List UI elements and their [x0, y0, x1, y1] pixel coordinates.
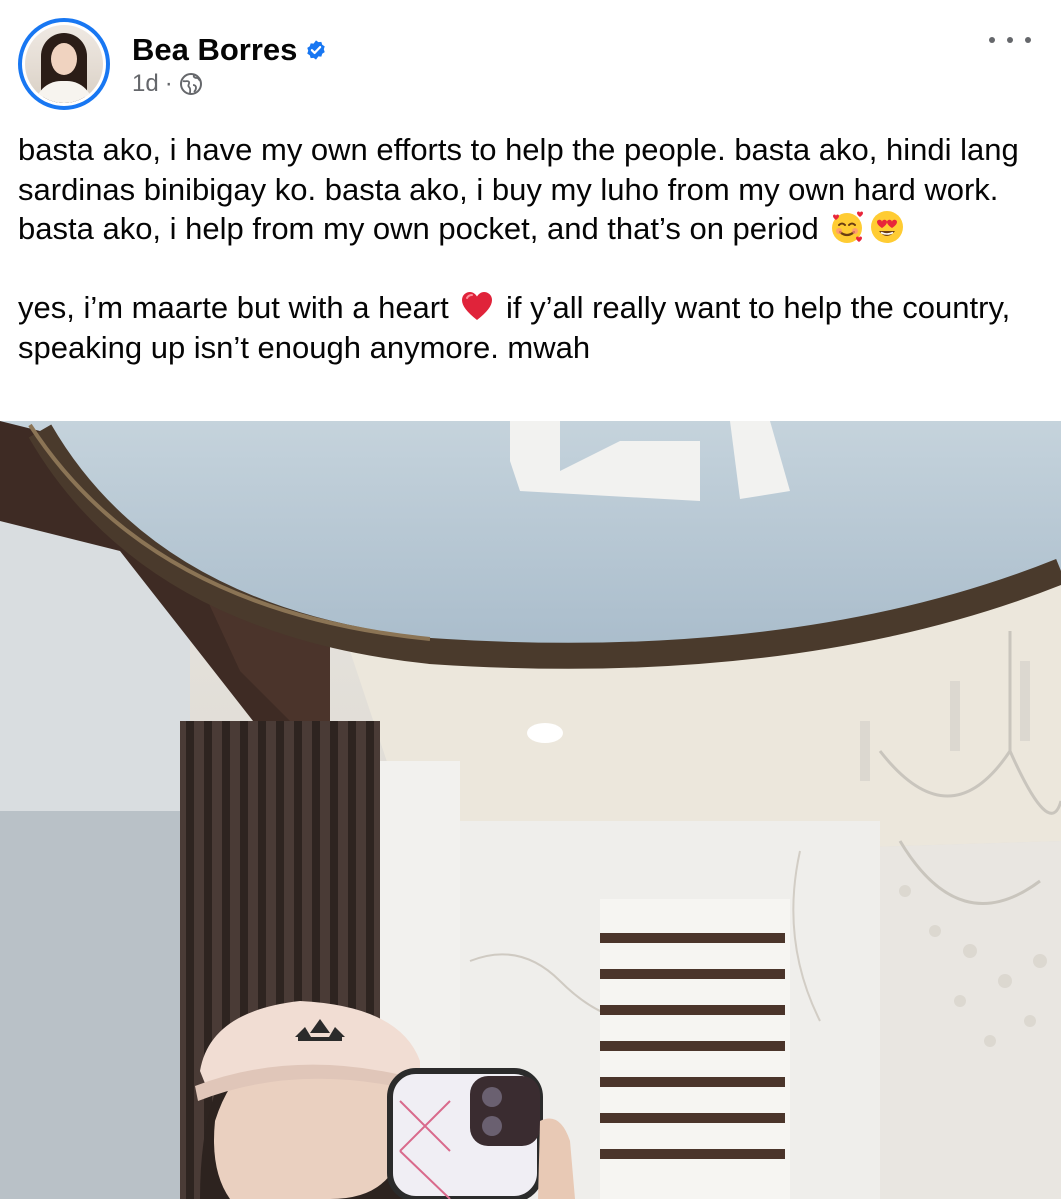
more-options-button[interactable] — [989, 28, 1031, 52]
author-avatar[interactable] — [18, 18, 110, 110]
globe-icon[interactable] — [179, 72, 203, 96]
more-horizontal-icon — [989, 37, 995, 43]
smiling-face-with-hearts-icon — [829, 209, 865, 245]
post-timestamp[interactable]: 1d — [132, 70, 159, 98]
post-paragraph-1: basta ako, i have my own efforts to help… — [18, 130, 1048, 249]
avatar-photo — [25, 25, 103, 103]
post-paragraph-2: yes, i’m maarte but with a heart if y’al… — [18, 288, 1048, 367]
author-row: Bea Borres — [132, 30, 327, 70]
verified-badge-icon — [305, 39, 327, 61]
post-text: basta ako, i have my own efforts to help… — [18, 130, 1048, 367]
red-heart-icon — [459, 288, 495, 324]
mirror-selfie-photo — [0, 421, 1061, 1199]
post-photo[interactable] — [0, 421, 1061, 1199]
post-meta: 1d · — [132, 70, 203, 98]
heart-eyes-icon — [869, 209, 905, 245]
author-name[interactable]: Bea Borres — [132, 30, 297, 70]
post-header: Bea Borres 1d · — [0, 0, 1061, 118]
post-paragraph-2-text: yes, i’m maarte but with a heart — [18, 290, 449, 325]
meta-separator: · — [164, 70, 173, 97]
